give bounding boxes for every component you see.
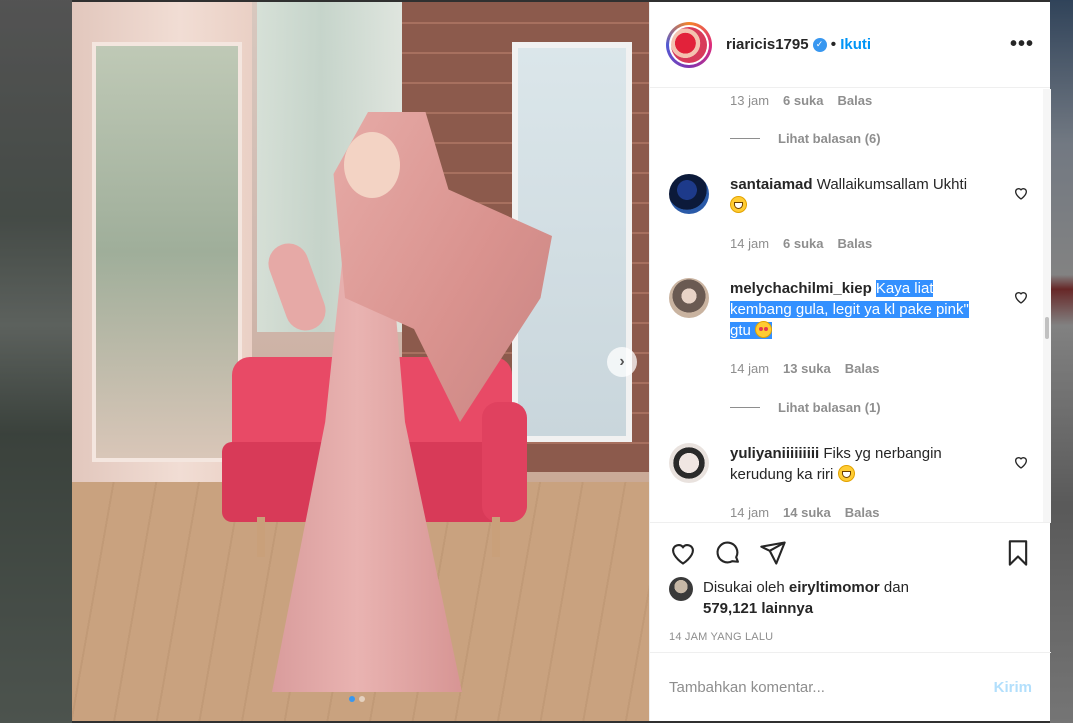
post-comment-button[interactable]: Kirim [994,679,1032,696]
follow-button[interactable]: Ikuti [840,36,871,53]
view-replies-label: Lihat balasan (6) [778,131,881,146]
view-replies-button[interactable]: Lihat balasan (6) [730,131,881,146]
comment-meta: 13 jam 6 suka Balas [730,93,872,108]
carousel-indicator [349,696,365,702]
post-header: riaricis1795 ✓ • Ikuti ••• [650,2,1050,88]
commenter-username[interactable]: santaiamad [730,176,813,193]
reply-button[interactable]: Balas [845,361,880,376]
comments-scrollbar[interactable] [1043,89,1051,522]
scroll-thumb[interactable] [1045,317,1049,339]
comment-likes[interactable]: 14 suka [783,505,831,520]
comment-time: 14 jam [730,361,770,376]
heart-icon[interactable] [1013,454,1029,470]
view-replies-button[interactable]: Lihat balasan (1) [730,400,881,415]
heart-icon[interactable] [1013,289,1029,305]
reply-button[interactable]: Balas [845,505,880,520]
reply-button[interactable]: Balas [838,93,873,108]
grinning-emoji-icon [730,196,747,213]
reply-button[interactable]: Balas [838,236,873,251]
comment-meta: 14 jam 6 suka Balas [730,236,872,251]
more-icon[interactable]: ••• [1010,33,1034,56]
heart-icon[interactable] [1013,185,1029,201]
commenter-avatar[interactable] [669,174,709,214]
comment-time: 13 jam [730,93,770,108]
comment-meta: 14 jam 13 suka Balas [730,361,879,376]
comment-meta: 14 jam 14 suka Balas [730,505,879,520]
likes-others-count[interactable]: 579,121 lainnya [703,600,813,617]
comment-likes[interactable]: 13 suka [783,361,831,376]
carousel-dot [349,696,355,702]
post-details-panel: riaricis1795 ✓ • Ikuti ••• 13 jam 6 suka… [649,2,1051,721]
commenter-username[interactable]: yuliyaniiiiiiiii [730,445,819,462]
likes-connector: dan [883,579,909,596]
commenter-avatar[interactable] [669,278,709,318]
comment-time: 14 jam [730,236,770,251]
add-comment-bar: Kirim [650,652,1051,721]
view-replies-label: Lihat balasan (1) [778,400,881,415]
author-avatar[interactable] [666,21,712,68]
comment-item: yuliyaniiiiiiiii Fiks yg nerbangin kerud… [669,443,1039,485]
author-username[interactable]: riaricis1795 [726,36,809,53]
comment-time: 14 jam [730,505,770,520]
commenter-username[interactable]: melychachilmi_kiep [730,280,872,297]
share-icon[interactable] [759,539,787,567]
liker-username[interactable]: eiryltimomor [789,579,880,596]
chevron-right-icon[interactable]: › [607,347,637,377]
carousel-dot [359,696,365,702]
post-photo[interactable]: › [72,2,649,721]
heart-icon[interactable] [669,539,697,567]
post-timestamp[interactable]: 14 JAM YANG LALU [650,619,1051,643]
comment-input[interactable] [669,678,994,696]
heart-eyes-emoji-icon [755,321,773,338]
grinning-emoji-icon [837,465,855,482]
comment-text: Wallaikumsallam Ukhti [816,176,968,193]
comment-item: santaiamad Wallaikumsallam Ukhti [669,174,1039,216]
likes-prefix: Disukai oleh [703,579,785,596]
comment-icon[interactable] [714,539,742,567]
post-actions: Disukai oleh eiryltimomor dan 579,121 la… [650,522,1051,652]
bookmark-icon[interactable] [1004,539,1032,567]
verified-icon: ✓ [812,37,827,52]
comment-likes[interactable]: 6 suka [783,236,823,251]
likes-summary: Disukai oleh eiryltimomor dan 579,121 la… [650,567,1051,619]
commenter-avatar[interactable] [669,443,709,483]
liker-avatar[interactable] [669,577,693,601]
comment-item: melychachilmi_kiep Kaya liat kembang gul… [669,278,1039,341]
separator-dot: • [830,35,837,53]
comments-list[interactable]: 13 jam 6 suka Balas Lihat balasan (6) sa… [650,89,1043,522]
comment-likes[interactable]: 6 suka [783,93,823,108]
